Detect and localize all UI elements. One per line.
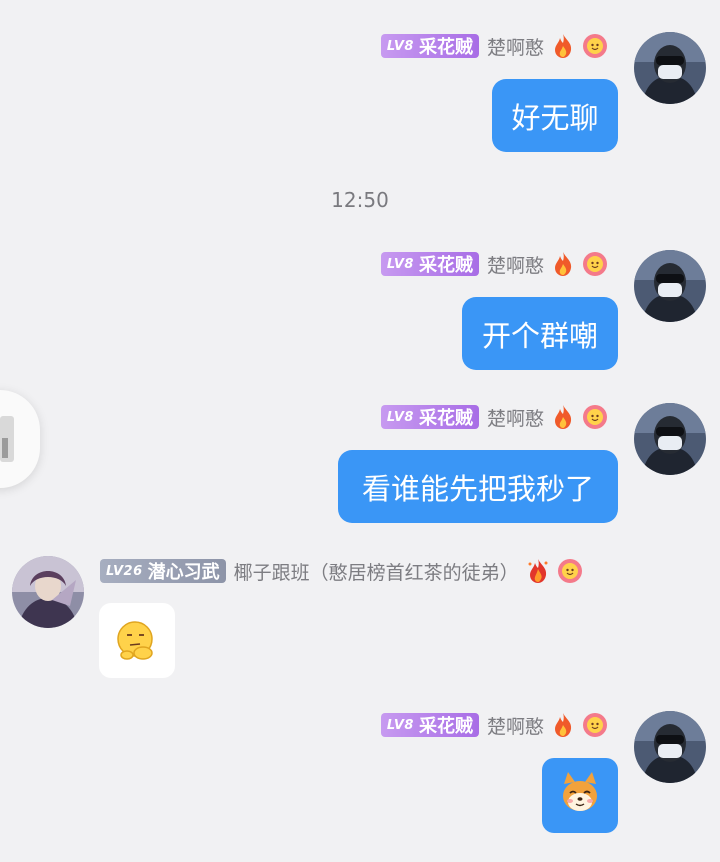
level-badge: LV8 采花贼 xyxy=(380,405,479,429)
flame-icon xyxy=(555,34,572,58)
flame-icon xyxy=(555,252,572,276)
avatar[interactable] xyxy=(634,403,706,475)
message-bubble[interactable]: 开个群嘲 xyxy=(462,297,618,370)
message-bubble[interactable]: 看谁能先把我秒了 xyxy=(338,450,618,523)
sticker-message[interactable] xyxy=(542,758,618,833)
masked-person-avatar-icon xyxy=(634,32,706,104)
masked-person-avatar-icon xyxy=(634,711,706,783)
game-character-avatar-icon xyxy=(12,556,84,628)
sender-nickname[interactable]: 楚啊憨 xyxy=(487,33,544,60)
sender-nickname[interactable]: 楚啊憨 xyxy=(487,712,544,739)
sticker-message[interactable] xyxy=(99,603,175,678)
thinking-face-sticker-icon xyxy=(117,621,153,660)
sender-nickname[interactable]: 椰子跟班（憨居榜首红茶的徒弟） xyxy=(234,558,519,585)
avatar[interactable] xyxy=(634,32,706,104)
sparkle-flame-icon xyxy=(528,559,548,583)
floating-side-tab[interactable] xyxy=(0,390,40,488)
message-bubble[interactable]: 好无聊 xyxy=(492,79,618,152)
message-header: LV8 采花贼 楚啊憨 xyxy=(380,711,608,739)
flower-icon xyxy=(583,252,607,276)
shiba-dog-sticker-icon xyxy=(563,772,597,811)
message-header: LV8 采花贼 楚啊憨 xyxy=(380,32,608,60)
message-header: LV8 采花贼 楚啊憨 xyxy=(380,403,608,431)
level-badge: LV8 采花贼 xyxy=(380,252,479,276)
flower-icon xyxy=(583,713,607,737)
flower-icon xyxy=(583,405,607,429)
timestamp: 12:50 xyxy=(331,188,389,212)
side-tab-thumbnail-icon xyxy=(0,416,14,462)
masked-person-avatar-icon xyxy=(634,403,706,475)
level-badge: LV8 采花贼 xyxy=(380,34,479,58)
avatar[interactable] xyxy=(634,250,706,322)
message-header: LV26 潜心习武 椰子跟班（憨居榜首红茶的徒弟） xyxy=(100,557,583,585)
masked-person-avatar-icon xyxy=(634,250,706,322)
level-badge: LV8 采花贼 xyxy=(380,713,479,737)
flame-icon xyxy=(555,405,572,429)
message-header: LV8 采花贼 楚啊憨 xyxy=(380,250,608,278)
avatar[interactable] xyxy=(634,711,706,783)
flower-icon xyxy=(583,34,607,58)
sender-nickname[interactable]: 楚啊憨 xyxy=(487,404,544,431)
avatar[interactable] xyxy=(12,556,84,628)
flame-icon xyxy=(555,713,572,737)
level-badge: LV26 潜心习武 xyxy=(100,559,226,583)
flower-icon xyxy=(557,559,582,583)
sender-nickname[interactable]: 楚啊憨 xyxy=(487,251,544,278)
